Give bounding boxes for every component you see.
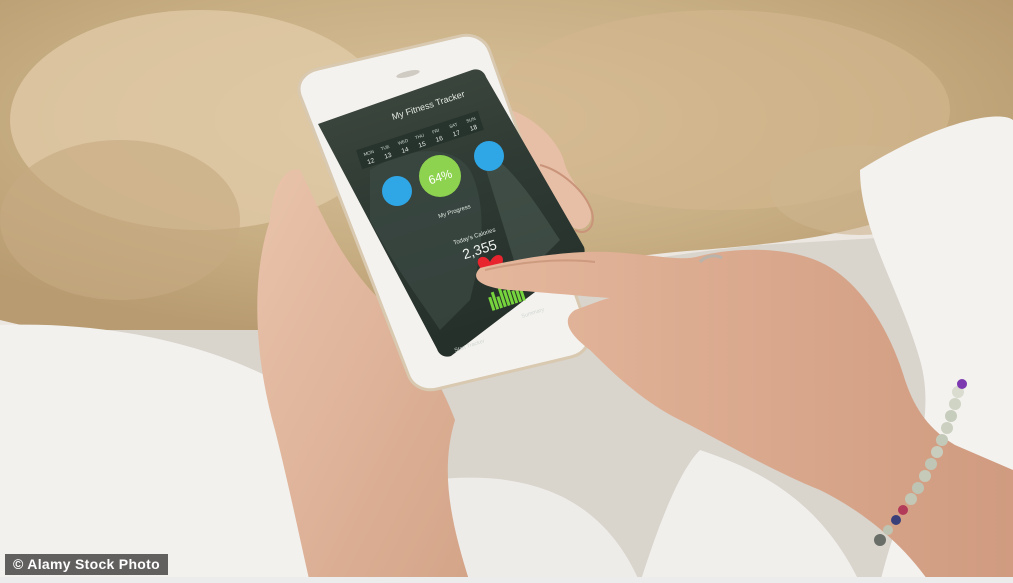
right-action-button[interactable] <box>474 141 504 171</box>
bottom-strip <box>0 577 1013 583</box>
left-action-button[interactable] <box>382 176 412 206</box>
photo-scene: My Fitness Tracker MON TUE WED THU FRI S… <box>0 0 1013 583</box>
photo: My Fitness Tracker MON TUE WED THU FRI S… <box>0 0 1013 583</box>
watermark: © Alamy Stock Photo <box>5 554 168 575</box>
